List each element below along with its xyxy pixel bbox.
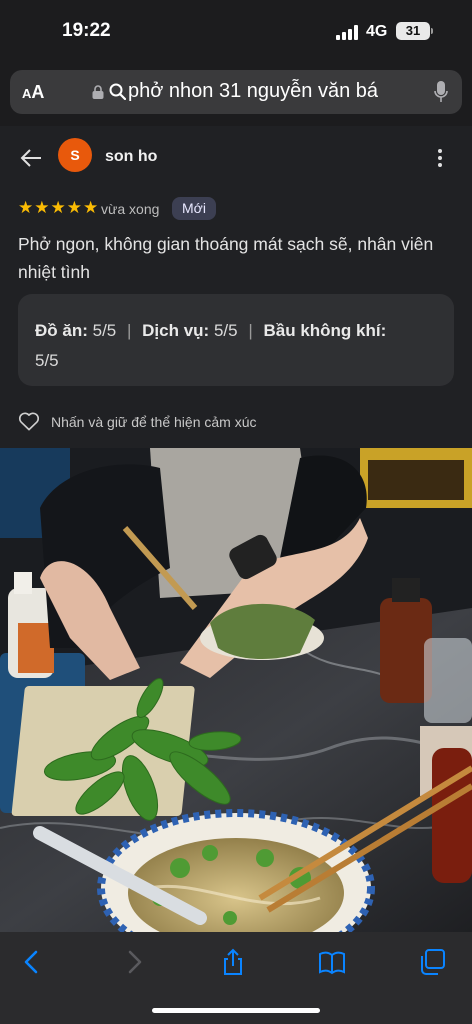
tabs-icon[interactable]: [418, 948, 446, 976]
battery-icon: 31: [396, 22, 430, 40]
rating-label: Dịch vụ:: [142, 321, 210, 340]
rating-value: 5/5: [213, 321, 238, 340]
more-options-icon[interactable]: [437, 148, 443, 168]
forward-icon[interactable]: [120, 948, 148, 976]
signal-icon: [336, 25, 358, 40]
ratings-breakdown: Đồ ăn: 5/5 | Dịch vụ: 5/5 | Bầu không kh…: [18, 294, 454, 386]
network-label: 4G: [366, 23, 388, 40]
reaction-hint: Nhấn và giữ để thể hiện cảm xúc: [51, 414, 257, 430]
back-icon[interactable]: [18, 948, 46, 976]
review-photo[interactable]: [0, 448, 472, 932]
pho-photo-illustration: [0, 448, 472, 932]
new-badge: Mới: [172, 197, 216, 220]
home-indicator: [152, 1008, 320, 1013]
rating-label: Bầu không khí:: [263, 321, 387, 340]
status-time: 19:22: [62, 20, 111, 41]
star-rating: ★★★★★: [18, 198, 100, 217]
microphone-icon[interactable]: [434, 81, 448, 103]
back-arrow-icon[interactable]: [20, 148, 42, 168]
battery-cap: [431, 28, 433, 34]
avatar[interactable]: S: [58, 138, 92, 172]
bookmarks-icon[interactable]: [318, 948, 346, 976]
reader-settings-button[interactable]: AA: [22, 82, 44, 103]
address-bar[interactable]: AA phở nhon 31 nguyễn văn bá: [10, 70, 462, 114]
reviewer-name[interactable]: son ho: [105, 148, 157, 166]
review-text: Phở ngon, không gian thoáng mát sạch sẽ,…: [18, 234, 434, 282]
rating-value: 5/5: [35, 351, 59, 370]
lock-icon: [92, 85, 104, 99]
review-time: vừa xong: [101, 201, 160, 217]
review-card: S son ho ★★★★★ vừa xong Mới Phở ngon, kh…: [0, 126, 472, 448]
search-icon: [109, 83, 126, 100]
separator: |: [127, 321, 132, 340]
separator: |: [248, 321, 253, 340]
status-bar: 19:22 4G 31: [0, 0, 472, 64]
heart-icon[interactable]: [18, 411, 40, 431]
rating-value: 5/5: [92, 321, 117, 340]
search-query[interactable]: phở nhon 31 nguyễn văn bá: [128, 80, 378, 103]
rating-label: Đồ ăn:: [35, 321, 88, 340]
share-icon[interactable]: [219, 948, 247, 976]
